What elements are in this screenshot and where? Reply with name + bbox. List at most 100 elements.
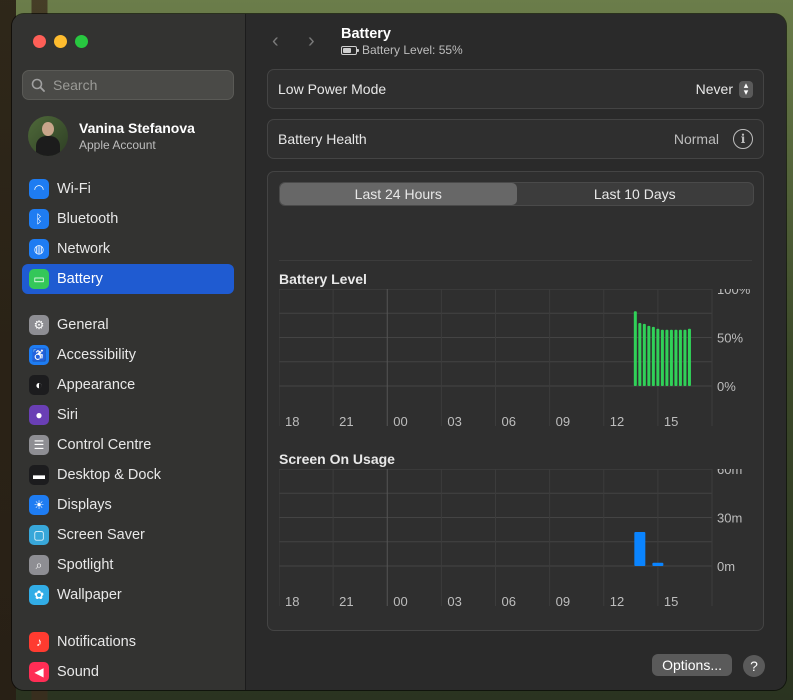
bell-icon: ♪	[29, 632, 49, 652]
sidebar-item-displays[interactable]: ☀ Displays	[22, 490, 234, 520]
sidebar-item-label: General	[57, 317, 109, 333]
sidebar-item-label: Screen Saver	[57, 527, 145, 543]
options-button[interactable]: Options...	[652, 654, 732, 676]
sidebar-item-label: Siri	[57, 407, 78, 423]
control-centre-icon: ☰	[29, 435, 49, 455]
sidebar-group-system: ⚙ General ♿ Accessibility ◐ Appearance ● Siri ☰ C…	[22, 310, 234, 610]
info-icon[interactable]: i	[733, 129, 753, 149]
x-tick-label: 18	[285, 414, 299, 429]
sidebar-item-wi-fi[interactable]: ◠ Wi-Fi	[22, 174, 234, 204]
sidebar-item-label: Desktop & Dock	[57, 467, 161, 483]
sidebar-item-label: Battery	[57, 271, 103, 287]
x-tick-label: 15	[664, 414, 678, 429]
x-tick-label: 06	[502, 594, 516, 609]
battery-health-row: Battery Health Normal i	[267, 119, 764, 159]
usage-history-card: Last 24 Hours Last 10 Days Battery Level…	[267, 171, 764, 631]
sidebar-item-label: Accessibility	[57, 347, 136, 363]
y-tick-label: 0%	[717, 379, 736, 394]
x-tick-label: 21	[339, 414, 353, 429]
sidebar-item-appearance[interactable]: ◐ Appearance	[22, 370, 234, 400]
close-button[interactable]	[33, 35, 46, 48]
sidebar-item-network[interactable]: ◍ Network	[22, 234, 234, 264]
chart-bar	[674, 329, 678, 386]
sidebar-item-screen-saver[interactable]: ▢ Screen Saver	[22, 520, 234, 550]
y-tick-label: 30m	[717, 511, 742, 526]
battery-icon: ▭	[29, 269, 49, 289]
accessibility-icon: ♿	[29, 345, 49, 365]
chart-bar	[678, 329, 682, 386]
zoom-button[interactable]	[75, 35, 88, 48]
sidebar-item-wallpaper[interactable]: ✿ Wallpaper	[22, 580, 234, 610]
apple-account[interactable]: Vanina Stefanova Apple Account	[28, 116, 195, 156]
sidebar-item-bluetooth[interactable]: ᛒ Bluetooth	[22, 204, 234, 234]
dock-icon: ▬	[29, 465, 49, 485]
chart-bar	[669, 329, 673, 386]
sidebar-item-siri[interactable]: ● Siri	[22, 400, 234, 430]
wifi-icon: ◠	[29, 179, 49, 199]
battery-level-chart: 100% 50% 0% 18 21 00 03 06 09 12 15	[279, 289, 751, 429]
sidebar: Search Vanina Stefanova Apple Account ◠ W…	[12, 14, 246, 690]
sidebar-group-notifications: ♪ Notifications ◀ Sound	[22, 627, 234, 687]
screen-on-usage-chart-title: Screen On Usage	[279, 451, 395, 467]
chart-bar	[687, 328, 691, 386]
battery-level-text: Battery Level: 55%	[362, 43, 463, 57]
forward-icon[interactable]: ›	[308, 30, 315, 53]
search-field[interactable]: Search	[22, 70, 234, 100]
y-tick-label: 100%	[717, 289, 751, 297]
appearance-icon: ◐	[29, 375, 49, 395]
low-power-mode-select[interactable]: Never ▴ ▾	[696, 80, 753, 98]
chart-bar	[656, 328, 660, 386]
sidebar-item-label: Network	[57, 241, 111, 257]
low-power-mode-label: Low Power Mode	[278, 81, 387, 97]
system-settings-window: Search Vanina Stefanova Apple Account ◠ W…	[12, 14, 786, 690]
sidebar-item-control-centre[interactable]: ☰ Control Centre	[22, 430, 234, 460]
back-icon[interactable]: ‹	[272, 30, 279, 53]
sidebar-item-battery[interactable]: ▭ Battery	[22, 264, 234, 294]
account-name: Vanina Stefanova	[79, 120, 195, 136]
sidebar-item-label: Appearance	[57, 377, 136, 393]
search-icon	[31, 78, 45, 92]
chart-bar	[665, 329, 669, 386]
sidebar-item-label: Notifications	[57, 634, 136, 650]
sidebar-item-label: Sound	[57, 664, 99, 680]
x-tick-label: 03	[447, 594, 461, 609]
sidebar-item-spotlight[interactable]: ⌕ Spotlight	[22, 550, 234, 580]
tab-last-10-days[interactable]: Last 10 Days	[517, 183, 754, 205]
chart-bar	[638, 322, 642, 386]
tab-last-24-hours[interactable]: Last 24 Hours	[280, 183, 517, 205]
time-range-segmented-control: Last 24 Hours Last 10 Days	[279, 182, 754, 206]
sidebar-item-label: Wi-Fi	[57, 181, 91, 197]
sidebar-item-label: Displays	[57, 497, 112, 513]
sidebar-group-network: ◠ Wi-Fi ᛒ Bluetooth ◍ Network ▭ Battery	[22, 174, 234, 294]
x-tick-label: 21	[339, 594, 353, 609]
battery-health-value: Normal	[673, 131, 719, 147]
chart-bar	[651, 326, 655, 386]
date-label: 27 Apr	[392, 618, 430, 619]
chart-bar	[652, 562, 664, 566]
magnifier-icon: ⌕	[29, 555, 49, 575]
sidebar-item-sound[interactable]: ◀ Sound	[22, 657, 234, 687]
x-tick-label: 09	[556, 594, 570, 609]
sidebar-item-label: Spotlight	[57, 557, 114, 573]
gear-icon: ⚙	[29, 315, 49, 335]
x-tick-label: 06	[502, 414, 516, 429]
help-button[interactable]: ?	[743, 655, 765, 677]
x-tick-label: 15	[664, 594, 678, 609]
speaker-icon: ◀	[29, 662, 49, 682]
avatar	[28, 116, 68, 156]
sidebar-item-accessibility[interactable]: ♿ Accessibility	[22, 340, 234, 370]
sidebar-item-general[interactable]: ⚙ General	[22, 310, 234, 340]
x-tick-label: 00	[393, 594, 407, 609]
x-tick-label: 00	[393, 414, 407, 429]
sidebar-item-label: Wallpaper	[57, 587, 122, 603]
page-title: Battery	[341, 26, 391, 42]
sidebar-item-notifications[interactable]: ♪ Notifications	[22, 627, 234, 657]
y-tick-label: 0m	[717, 559, 735, 574]
chart-bar	[633, 311, 637, 386]
chart-bar	[642, 323, 646, 386]
sidebar-item-desktop-dock[interactable]: ▬ Desktop & Dock	[22, 460, 234, 490]
screen-saver-icon: ▢	[29, 525, 49, 545]
battery-level-chart-title: Battery Level	[279, 271, 367, 287]
minimize-button[interactable]	[54, 35, 67, 48]
x-tick-label: 12	[610, 594, 624, 609]
